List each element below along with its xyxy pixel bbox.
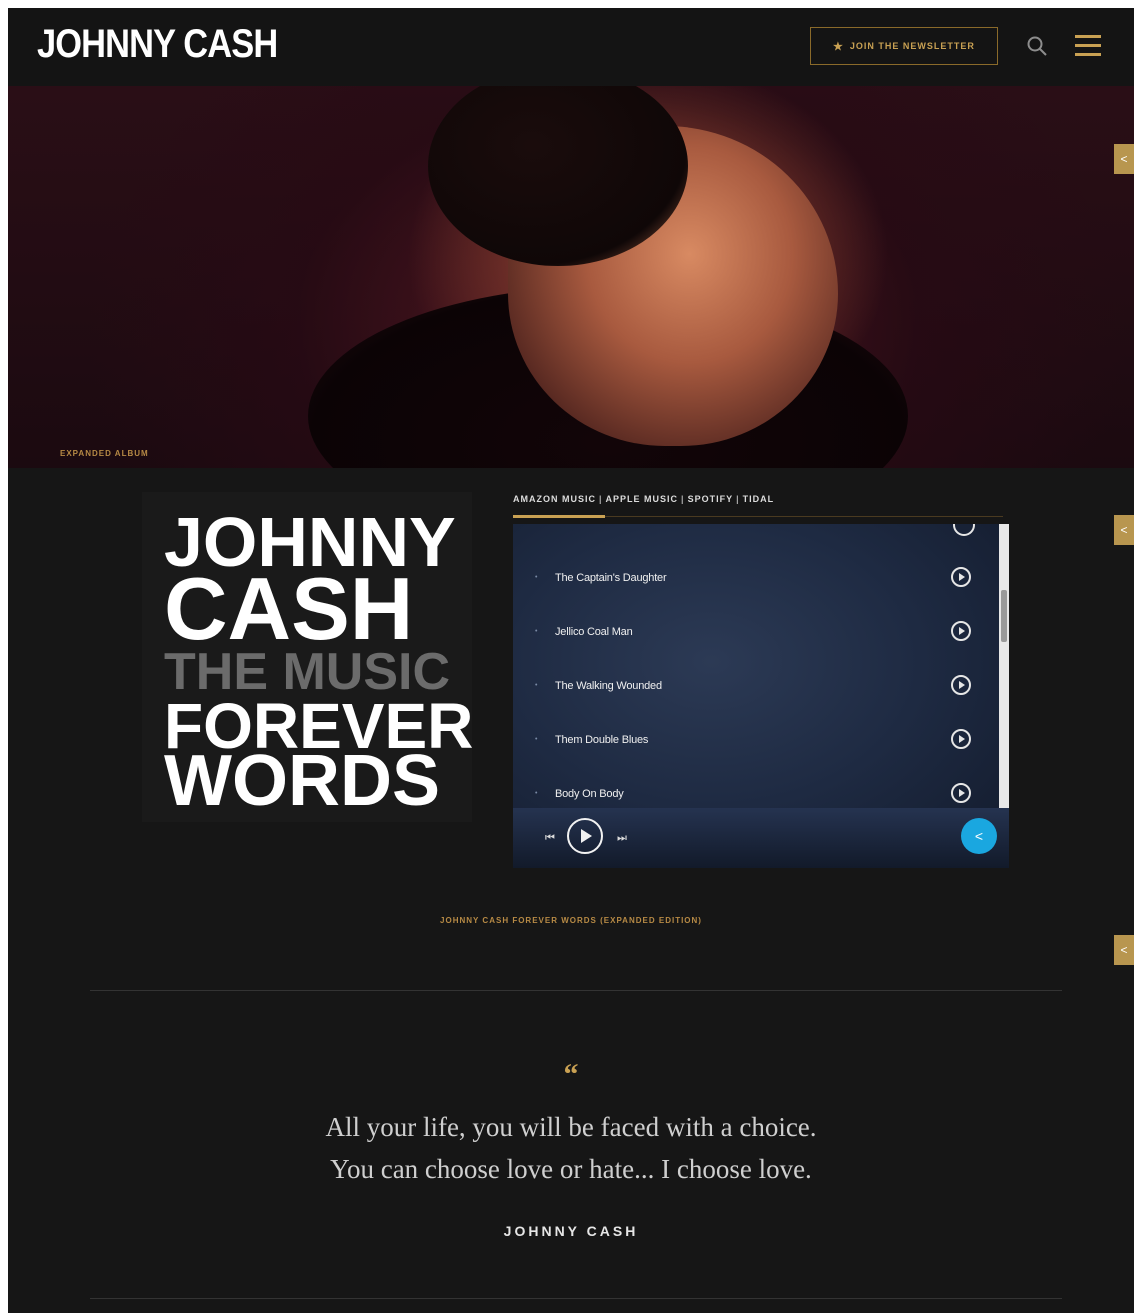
track-title: Them Double Blues bbox=[555, 734, 649, 746]
next-icon[interactable]: ⏭ bbox=[617, 832, 627, 845]
share-icon: < bbox=[1120, 152, 1128, 166]
quote-line: All your life, you will be faced with a … bbox=[325, 1112, 817, 1142]
album-cover-line: WORDS bbox=[164, 741, 440, 821]
join-newsletter-button[interactable]: ★ JOIN THE NEWSLETTER bbox=[810, 27, 998, 65]
site-logo[interactable]: JOHNNY CASH bbox=[37, 22, 278, 67]
track-row[interactable]: • Jellico Coal Man bbox=[513, 608, 999, 662]
share-icon: < bbox=[1120, 943, 1128, 957]
divider bbox=[90, 990, 1062, 991]
play-icon[interactable] bbox=[951, 729, 971, 749]
tab-amazon-music[interactable]: AMAZON MUSIC bbox=[513, 494, 596, 504]
track-list-scrollbar[interactable] bbox=[999, 524, 1009, 808]
share-tab-album[interactable]: < bbox=[1114, 515, 1134, 545]
track-title: Jellico Coal Man bbox=[555, 626, 633, 638]
share-tab-caption[interactable]: < bbox=[1114, 935, 1134, 965]
track-row[interactable]: • The Captain's Daughter bbox=[513, 554, 999, 608]
tab-tidal[interactable]: TIDAL bbox=[743, 494, 775, 504]
divider bbox=[90, 1298, 1062, 1299]
play-button[interactable] bbox=[567, 818, 603, 854]
album-cover-line: THE MUSIC bbox=[164, 643, 450, 701]
track-title: Body On Body bbox=[555, 788, 624, 800]
track-title: The Captain's Daughter bbox=[555, 572, 667, 584]
quote-mark-icon: “ bbox=[563, 1058, 579, 1091]
active-tab-indicator bbox=[513, 515, 605, 518]
share-icon: < bbox=[1120, 523, 1128, 537]
play-icon[interactable] bbox=[953, 524, 975, 536]
tab-spotify[interactable]: SPOTIFY bbox=[688, 494, 734, 504]
previous-icon[interactable]: ⏮ bbox=[545, 832, 555, 845]
track-row[interactable]: • The Walking Wounded bbox=[513, 662, 999, 716]
hero-image: EXPANDED ALBUM bbox=[8, 86, 1134, 468]
tab-apple-music[interactable]: APPLE MUSIC bbox=[606, 494, 679, 504]
menu-icon[interactable] bbox=[1075, 35, 1101, 57]
music-player: • The Captain's Daughter • Jellico Coal … bbox=[513, 524, 1009, 868]
album-cover: JOHNNY CASH THE MUSIC FOREVER WORDS bbox=[142, 492, 473, 822]
album-caption: JOHNNY CASH FOREVER WORDS (EXPANDED EDIT… bbox=[440, 916, 702, 925]
track-title: The Walking Wounded bbox=[555, 680, 662, 692]
search-icon[interactable] bbox=[1026, 35, 1048, 57]
scrollbar-thumb[interactable] bbox=[1001, 590, 1007, 642]
play-icon[interactable] bbox=[951, 621, 971, 641]
share-button[interactable]: < bbox=[961, 818, 997, 854]
quote-author: JOHNNY CASH bbox=[503, 1223, 639, 1239]
site-header: JOHNNY CASH ★ JOIN THE NEWSLETTER bbox=[8, 8, 1134, 86]
quote-text: All your life, you will be faced with a … bbox=[8, 1106, 1134, 1190]
album-cover-line: CASH bbox=[164, 559, 414, 658]
star-icon: ★ bbox=[833, 40, 844, 53]
play-icon[interactable] bbox=[951, 783, 971, 803]
quote-line: You can choose love or hate... I choose … bbox=[330, 1154, 812, 1184]
share-tab-hero[interactable]: < bbox=[1114, 144, 1134, 174]
hero-label: EXPANDED ALBUM bbox=[60, 449, 149, 458]
streaming-tabs: AMAZON MUSIC | APPLE MUSIC | SPOTIFY | TIDAL bbox=[513, 494, 1003, 518]
newsletter-label: JOIN THE NEWSLETTER bbox=[849, 41, 975, 51]
page: JOHNNY CASH ★ JOIN THE NEWSLETTER EXPAND… bbox=[8, 8, 1134, 1313]
play-icon[interactable] bbox=[951, 567, 971, 587]
track-row[interactable]: • Them Double Blues bbox=[513, 716, 999, 770]
play-icon[interactable] bbox=[951, 675, 971, 695]
player-controls: ⏮ ⏭ < bbox=[513, 808, 1009, 868]
